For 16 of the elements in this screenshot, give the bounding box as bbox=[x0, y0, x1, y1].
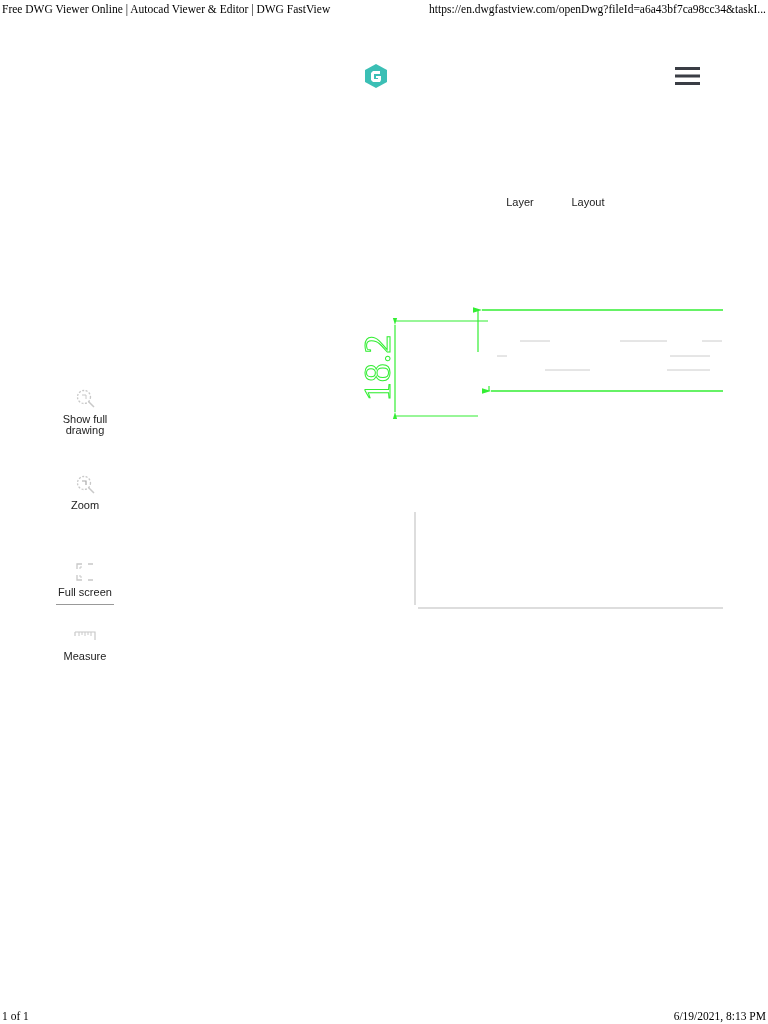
print-date: 6/19/2021, 8:13 PM bbox=[673, 1010, 766, 1022]
menu-icon[interactable] bbox=[675, 67, 700, 85]
page-number: 1 of 1 bbox=[2, 1010, 29, 1022]
tool-button[interactable]: Show full drawing bbox=[56, 388, 114, 436]
dimension-text: 18.2 bbox=[356, 334, 398, 402]
tool-button[interactable]: Full screen bbox=[56, 561, 114, 598]
page-url: https://en.dwgfastview.com/openDwg?fileId=a6a43bf7ca98cc34&taskI... bbox=[429, 3, 766, 15]
tool-button[interactable]: Measure bbox=[56, 604, 114, 662]
page-title: Free DWG Viewer Online | Autocad Viewer & Editor | DWG FastView bbox=[2, 3, 331, 15]
magnifier-icon bbox=[74, 388, 96, 410]
magnifier-icon bbox=[74, 474, 96, 496]
tab[interactable]: Layout bbox=[561, 194, 615, 210]
tool-button[interactable]: Zoom bbox=[56, 474, 114, 511]
fullscreen-icon bbox=[74, 561, 96, 583]
ruler-icon bbox=[74, 631, 96, 641]
tab[interactable]: Layer bbox=[493, 194, 547, 210]
